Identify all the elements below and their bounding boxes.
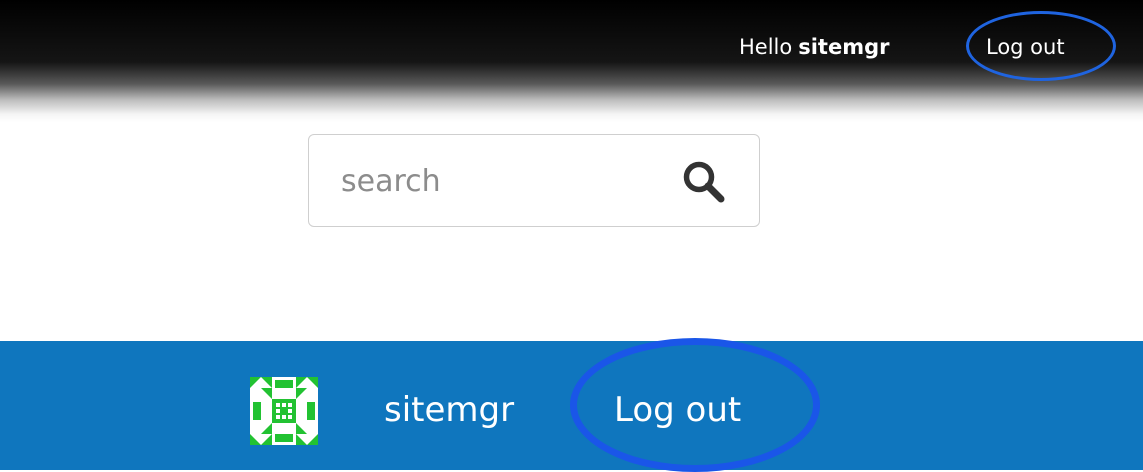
greeting: Hello sitemgr — [739, 30, 889, 64]
header-logout-highlight-circle — [966, 11, 1116, 81]
search-icon[interactable] — [681, 159, 727, 205]
search-input[interactable] — [341, 157, 671, 205]
avatar-icon — [250, 377, 318, 445]
user-bar-username-link[interactable]: sitemgr — [384, 385, 514, 435]
search-box — [308, 134, 760, 227]
top-header-bar: Hello sitemgr Log out — [0, 0, 1143, 122]
greeting-prefix: Hello — [739, 35, 793, 59]
greeting-username: sitemgr — [798, 35, 890, 59]
user-bar-logout-highlight-circle — [570, 338, 820, 472]
